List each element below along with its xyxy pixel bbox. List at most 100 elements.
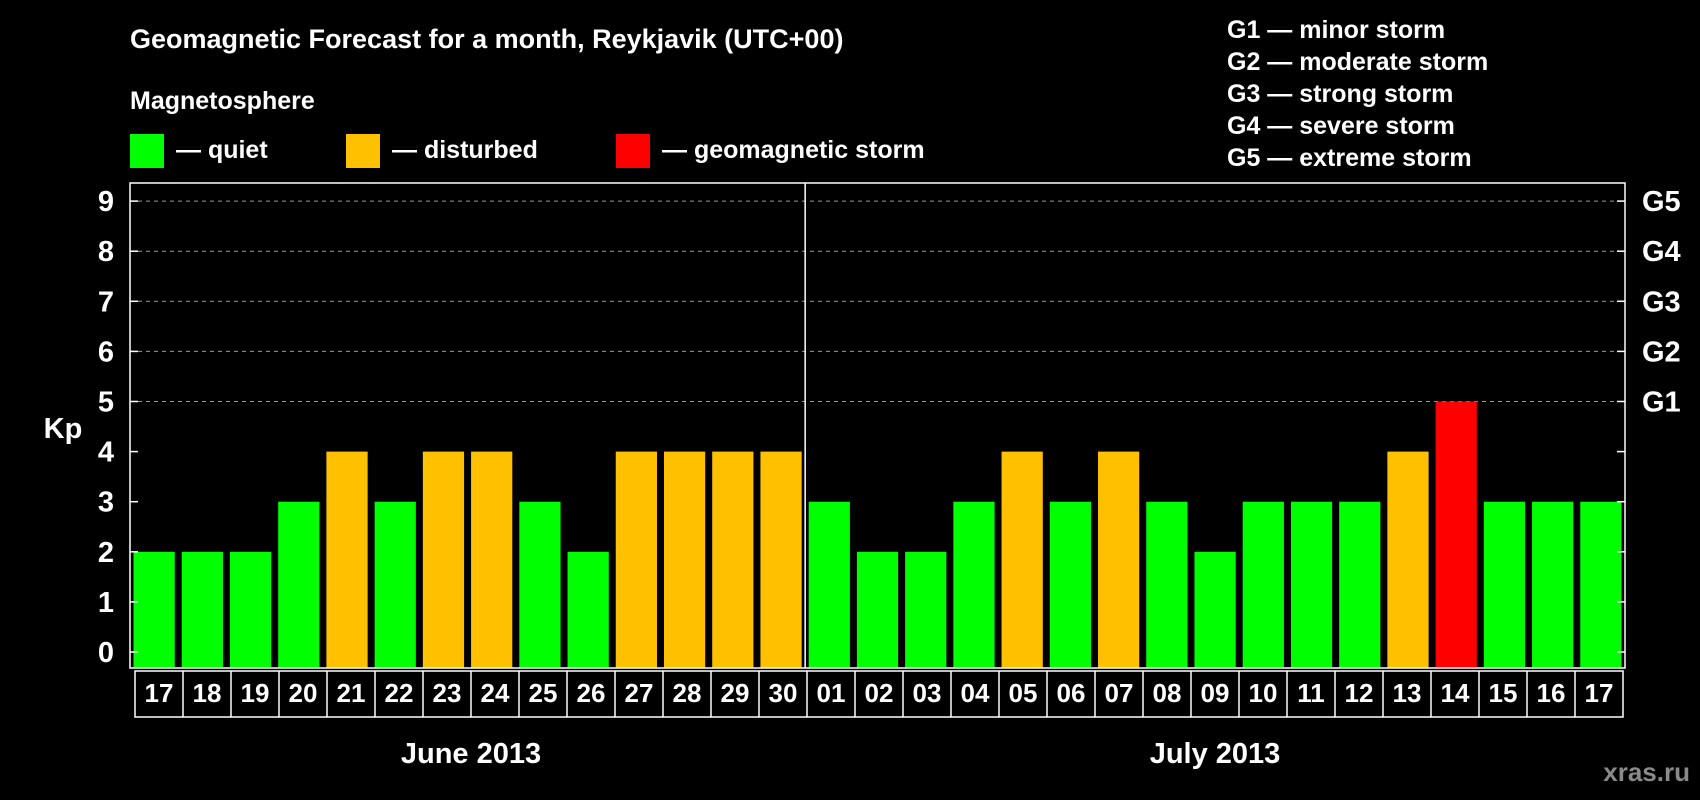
- bar-13: [760, 451, 802, 668]
- legend-swatch-1: [346, 134, 380, 168]
- x-tick-label-14: 01: [817, 678, 846, 708]
- x-tick-label-1: 18: [193, 678, 222, 708]
- bar-2: [229, 551, 272, 668]
- x-tick-label-5: 22: [385, 678, 414, 708]
- storm-scale-item-2: G2 — moderate storm: [1227, 48, 1488, 76]
- storm-scale-item-5: G5 — extreme storm: [1227, 144, 1472, 172]
- y-axis-label: Kp: [44, 413, 83, 445]
- legend: — quiet — disturbed — geomagnetic storm: [130, 134, 925, 168]
- x-tick-label-29: 16: [1537, 678, 1566, 708]
- x-tick-label-7: 24: [481, 678, 510, 708]
- bar-17: [953, 501, 995, 668]
- x-tick-label-4: 21: [337, 678, 366, 708]
- y-tick-label-2: 2: [98, 537, 114, 569]
- x-tick-label-15: 02: [865, 678, 894, 708]
- bar-4: [326, 451, 368, 668]
- storm-scale-item-1: G1 — minor storm: [1227, 16, 1445, 44]
- bar-21: [1146, 501, 1188, 668]
- bar-0: [133, 551, 175, 668]
- bar-10: [615, 451, 657, 668]
- y-tick-label-6: 6: [98, 336, 114, 368]
- month-label-1: July 2013: [1150, 738, 1281, 770]
- y-tick-label-5: 5: [98, 387, 114, 419]
- y-tick-label-0: 0: [98, 637, 114, 669]
- bars: [133, 401, 1622, 668]
- x-tick-label-23: 10: [1249, 678, 1278, 708]
- g-scale-label-G3: G3: [1642, 286, 1681, 318]
- bar-25: [1339, 501, 1381, 668]
- legend-label-2: — geomagnetic storm: [662, 136, 925, 164]
- bar-3: [278, 501, 320, 668]
- legend-label-1: — disturbed: [392, 136, 538, 164]
- y-tick-label-3: 3: [98, 487, 114, 519]
- bar-30: [1580, 501, 1622, 668]
- bar-1: [181, 551, 223, 668]
- bar-23: [1242, 501, 1284, 668]
- legend-label-0: — quiet: [176, 136, 268, 164]
- bar-14: [808, 501, 850, 668]
- x-tick-label-22: 09: [1201, 678, 1230, 708]
- bar-9: [567, 551, 609, 668]
- y-tick-label-9: 9: [98, 186, 114, 218]
- x-tick-label-26: 13: [1393, 678, 1422, 708]
- y-tick-label-1: 1: [98, 587, 114, 619]
- x-tick-label-24: 11: [1297, 678, 1325, 708]
- g-scale-axis: G1 G2 G3 G4 G5: [1642, 186, 1681, 418]
- bar-11: [663, 451, 706, 668]
- x-tick-label-28: 15: [1489, 678, 1518, 708]
- bar-12: [712, 451, 754, 668]
- chart-svg: Geomagnetic Forecast for a month, Reykja…: [44, 16, 1690, 787]
- grid: [130, 200, 1625, 402]
- bar-19: [1049, 501, 1092, 668]
- legend-swatch-0: [130, 134, 164, 168]
- y-tick-label-4: 4: [98, 437, 114, 469]
- bar-8: [519, 501, 561, 668]
- x-tick-label-2: 19: [241, 678, 270, 708]
- x-tick-label-8: 25: [529, 678, 558, 708]
- bar-5: [374, 501, 416, 668]
- bar-7: [471, 451, 513, 668]
- g-scale-label-G2: G2: [1642, 336, 1681, 368]
- bar-27: [1435, 401, 1477, 668]
- month-label-0: June 2013: [401, 738, 541, 770]
- geomagnetic-forecast-chart: Geomagnetic Forecast for a month, Reykja…: [0, 0, 1700, 800]
- x-tick-label-13: 30: [769, 678, 798, 708]
- x-tick-label-30: 17: [1585, 678, 1614, 708]
- bar-22: [1194, 551, 1236, 668]
- storm-scale-item-3: G3 — strong storm: [1227, 80, 1453, 108]
- bar-24: [1290, 501, 1333, 668]
- g-scale-label-G4: G4: [1642, 236, 1681, 268]
- storm-scale-legend: G1 — minor storm G2 — moderate storm G3 — …: [1227, 16, 1488, 172]
- bar-20: [1098, 451, 1140, 668]
- x-tick-label-20: 07: [1105, 678, 1134, 708]
- bar-16: [905, 551, 947, 668]
- y-tick-label-8: 8: [98, 236, 114, 268]
- chart-title: Geomagnetic Forecast for a month, Reykja…: [130, 24, 843, 54]
- chart-subtitle: Magnetosphere: [130, 87, 315, 115]
- bar-15: [856, 551, 899, 668]
- x-tick-label-27: 14: [1441, 678, 1470, 708]
- g-scale-label-G5: G5: [1642, 186, 1681, 218]
- x-tick-label-18: 05: [1009, 678, 1038, 708]
- x-tick-label-10: 27: [625, 678, 654, 708]
- x-tick-label-3: 20: [289, 678, 318, 708]
- bar-26: [1387, 451, 1429, 668]
- bar-28: [1483, 501, 1526, 668]
- storm-scale-item-4: G4 — severe storm: [1227, 112, 1455, 140]
- x-axis: 17 18 19 20 21 22 23 24 25 26 27 28 29 30 01 02 03 04 05 06…: [134, 670, 1624, 770]
- x-tick-label-12: 29: [721, 678, 750, 708]
- y-tick-label-7: 7: [98, 286, 114, 318]
- x-tick-label-21: 08: [1153, 678, 1182, 708]
- x-tick-label-25: 12: [1345, 678, 1374, 708]
- x-tick-label-19: 06: [1057, 678, 1086, 708]
- g-scale-label-G1: G1: [1642, 387, 1681, 419]
- x-tick-label-17: 04: [961, 678, 990, 708]
- bar-18: [1001, 451, 1043, 668]
- x-tick-label-0: 17: [145, 678, 174, 708]
- x-tick-label-6: 23: [433, 678, 462, 708]
- x-tick-label-9: 26: [577, 678, 606, 708]
- watermark: xras.ru: [1603, 757, 1690, 787]
- legend-swatch-2: [616, 134, 650, 168]
- bar-29: [1532, 501, 1574, 668]
- x-tick-label-16: 03: [913, 678, 942, 708]
